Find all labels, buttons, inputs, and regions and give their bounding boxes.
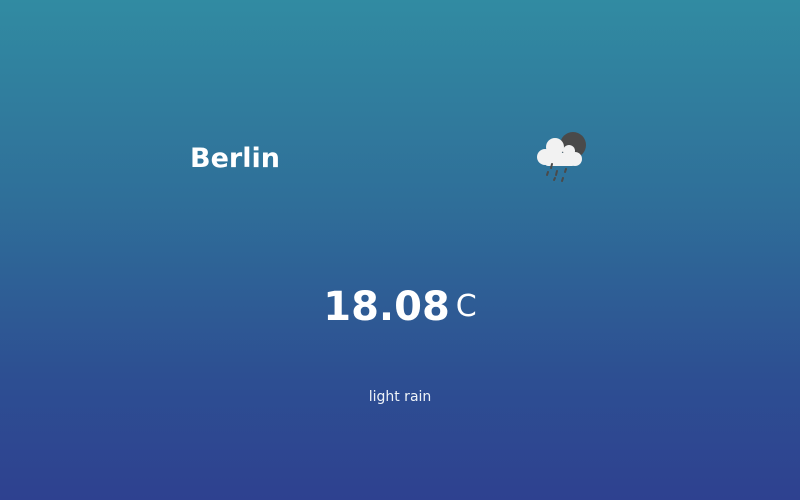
- weather-description: light rain: [368, 389, 432, 405]
- temperature-value: 18.08: [323, 284, 450, 330]
- temperature-unit: C: [455, 289, 477, 324]
- temperature-display: 18.08 C: [0, 282, 800, 332]
- city-name: Berlin: [190, 143, 280, 174]
- night-cloud-rain-icon: [532, 130, 590, 184]
